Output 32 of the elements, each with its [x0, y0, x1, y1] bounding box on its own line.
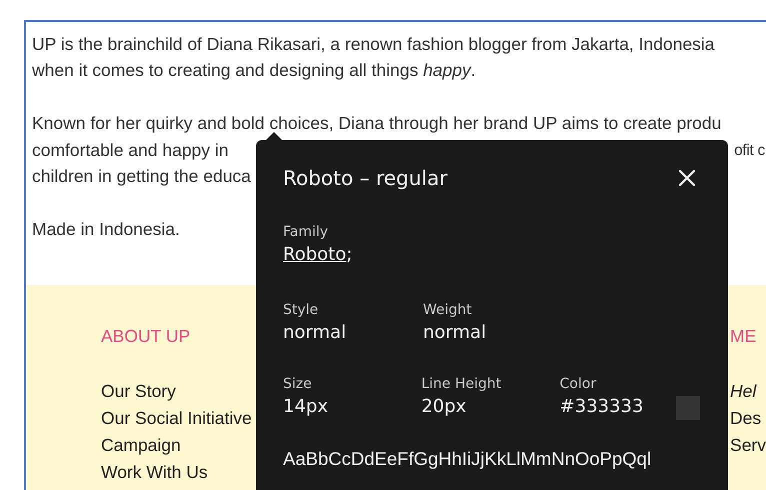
footer-link[interactable]: Our Social Initiative	[101, 405, 252, 432]
paragraph-text: Known for her quirky and bold choices, Diana through her brand UP aims to create produ	[32, 113, 722, 134]
close-icon[interactable]	[678, 169, 696, 187]
footer-link[interactable]: Des	[730, 405, 762, 432]
field-value: 20px	[421, 395, 466, 419]
field-label: Size	[283, 375, 312, 394]
footer-heading: ME	[730, 325, 756, 348]
footer-heading: ABOUT UP	[101, 325, 190, 348]
footer-link[interactable]: Work With Us	[101, 459, 208, 486]
paragraph-text: Made in Indonesia.	[32, 219, 180, 240]
field-label: Line Height	[421, 375, 502, 394]
field-value: normal	[283, 321, 346, 345]
paragraph-text: comfortable and happy in	[32, 140, 229, 161]
font-sample-text: AaBbCcDdEeFfGgHhIiJjKkLlMmNnOoPpQql	[283, 448, 652, 470]
paragraph-text: children in getting the educa	[32, 166, 251, 188]
field-label: Weight	[423, 301, 472, 320]
semicolon-text: ;	[346, 243, 352, 267]
field-value: normal	[423, 321, 486, 345]
field-value: 14px	[283, 395, 328, 419]
paragraph-text: ofit c	[734, 140, 766, 161]
field-label: Style	[283, 301, 318, 320]
footer-link[interactable]: Our Story	[101, 378, 176, 405]
field-label: Color	[560, 375, 596, 394]
footer-link[interactable]: Hel	[730, 378, 756, 405]
field-value: #333333	[560, 395, 644, 419]
field-label: Family	[283, 223, 328, 242]
footer-link[interactable]: Serv	[730, 432, 766, 459]
font-family-link[interactable]: Roboto	[283, 242, 346, 268]
footer-link[interactable]: Campaign	[101, 432, 181, 459]
popup-title: Roboto – regular	[283, 166, 448, 190]
paragraph-text: UP is the brainchild of Diana Rikasari, a renown fashion blogger from Jakarta, Indonesia	[32, 34, 715, 55]
paragraph-text: when it comes to creating and designing all things happy.	[32, 60, 476, 82]
